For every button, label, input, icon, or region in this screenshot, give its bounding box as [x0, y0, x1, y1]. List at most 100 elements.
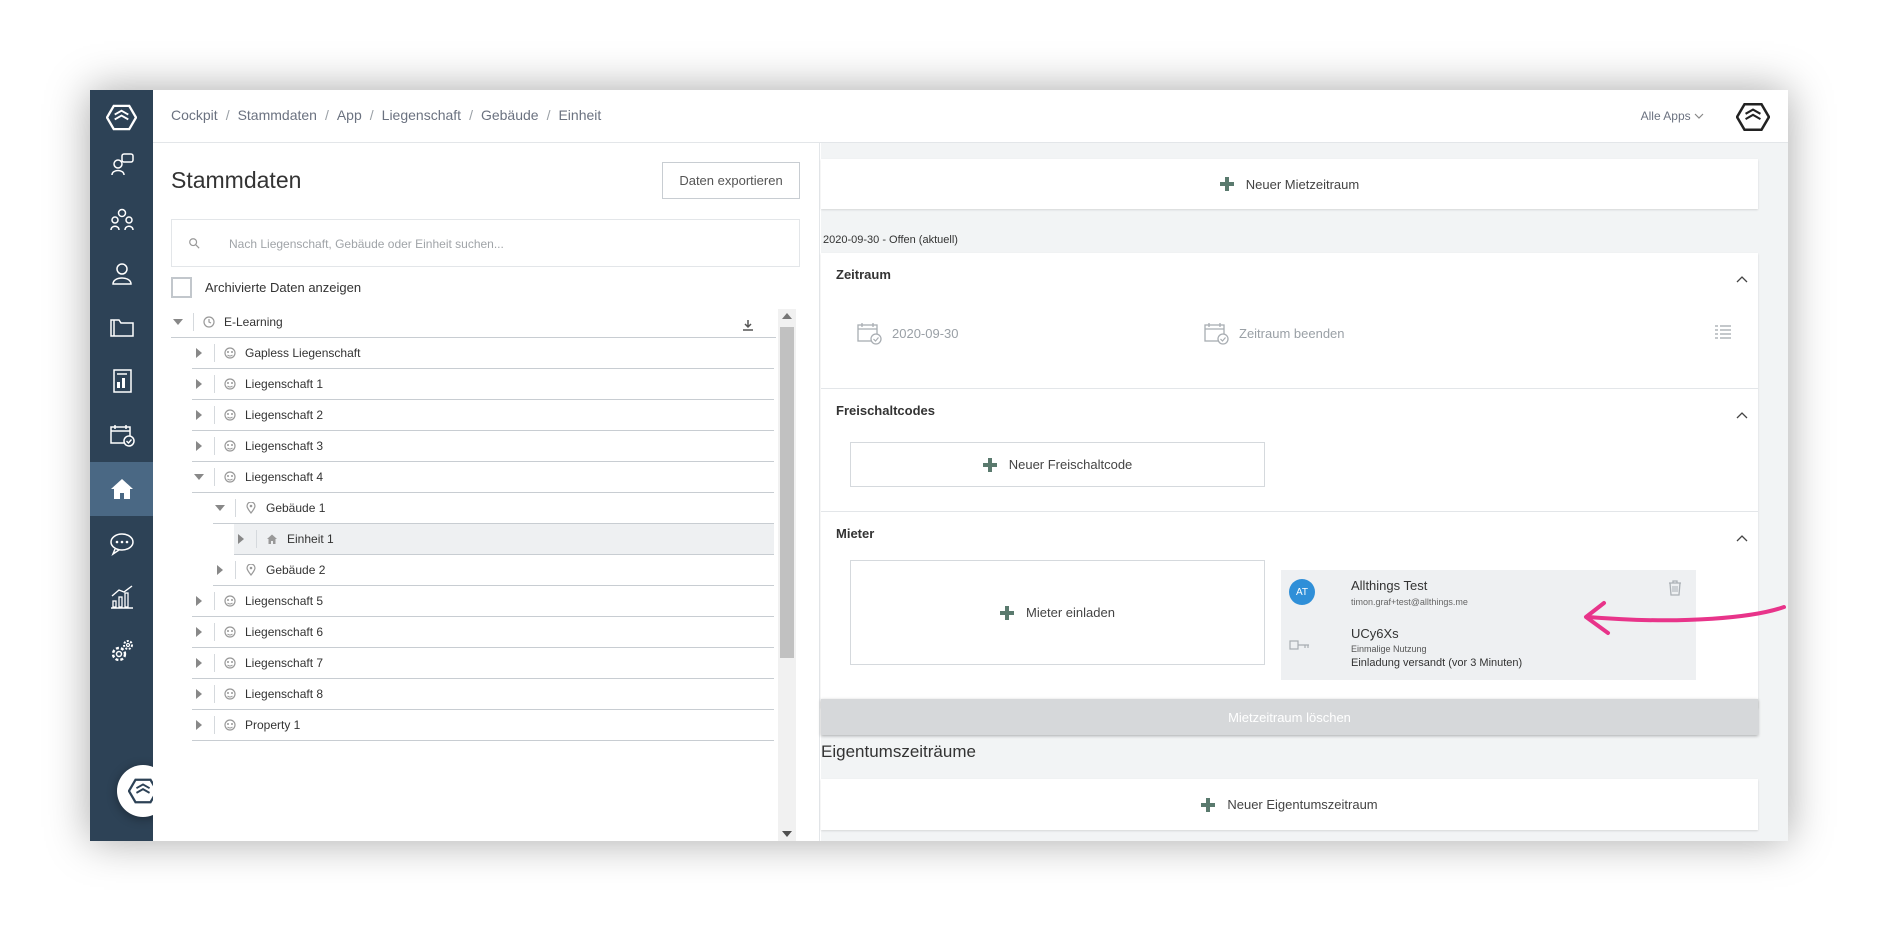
topbar: Cockpit / Stammdaten / App / Liegenschaft / … — [153, 90, 1788, 143]
brand-logo-icon[interactable] — [1735, 100, 1771, 134]
tree-row[interactable]: E-Learning — [171, 307, 776, 338]
tree-row[interactable]: Liegenschaft 7 — [192, 648, 774, 679]
tree-label: Property 1 — [245, 718, 301, 732]
property-icon — [223, 625, 237, 639]
invite-status: Einladung versandt (vor 3 Minuten) — [1351, 657, 1523, 669]
tree-divider — [256, 530, 257, 548]
expand-icon[interactable] — [192, 718, 206, 732]
plus-icon — [1201, 797, 1216, 812]
location-icon — [244, 501, 258, 515]
breadcrumb-stammdaten[interactable]: Stammdaten — [238, 107, 317, 123]
tree-row[interactable]: Liegenschaft 8 — [192, 679, 774, 710]
tree-divider — [193, 313, 194, 331]
chevron-up-icon[interactable] — [1736, 406, 1748, 419]
tree-label: Gapless Liegenschaft — [245, 346, 361, 360]
archived-toggle[interactable]: Archivierte Daten anzeigen — [171, 277, 361, 298]
start-date-field[interactable]: 2020-09-30 — [856, 320, 959, 346]
scroll-thumb[interactable] — [780, 327, 794, 658]
search-input[interactable] — [229, 232, 769, 256]
new-ownership-period-label: Neuer Eigentumszeitraum — [1227, 797, 1378, 812]
section-title-freischaltcodes: Freischaltcodes — [836, 403, 935, 418]
section-title-zeitraum: Zeitraum — [836, 267, 891, 282]
breadcrumb-gebaeude[interactable]: Gebäude — [481, 107, 539, 123]
tree-row[interactable]: Liegenschaft 3 — [192, 431, 774, 462]
tree-divider — [214, 406, 215, 424]
chevron-up-icon[interactable] — [1736, 529, 1748, 542]
tree-row[interactable]: Liegenschaft 1 — [192, 369, 774, 400]
community-icon[interactable] — [90, 192, 153, 246]
home-icon[interactable] — [90, 462, 153, 516]
app-icon — [202, 315, 216, 329]
new-rental-period-button[interactable]: Neuer Mietzeitraum — [821, 159, 1758, 209]
search-icon — [188, 236, 202, 250]
expand-icon[interactable] — [234, 532, 248, 546]
tree-label: Gebäude 2 — [266, 563, 326, 577]
tree-label: Liegenschaft 1 — [245, 377, 324, 391]
tree-row[interactable]: Einheit 1 — [234, 524, 774, 555]
new-ownership-period-button[interactable]: Neuer Eigentumszeitraum — [821, 779, 1758, 830]
trash-icon[interactable] — [1668, 580, 1682, 596]
help-chat-icon[interactable] — [90, 138, 153, 192]
expand-icon[interactable] — [192, 408, 206, 422]
new-activation-code-label: Neuer Freischaltcode — [1008, 457, 1133, 472]
section-title-mieter: Mieter — [836, 526, 875, 541]
tree-row[interactable]: Liegenschaft 4 — [192, 462, 774, 493]
expand-icon[interactable] — [192, 625, 206, 639]
breadcrumb-liegenschaft[interactable]: Liegenschaft — [382, 107, 461, 123]
expand-icon[interactable] — [192, 439, 206, 453]
location-icon — [244, 563, 258, 577]
analytics-icon[interactable] — [90, 570, 153, 624]
breadcrumb-app[interactable]: App — [337, 107, 362, 123]
breadcrumb-cockpit[interactable]: Cockpit — [171, 107, 218, 123]
property-icon — [223, 408, 237, 422]
settings-icon[interactable] — [90, 624, 153, 678]
invite-tenant-label: Mieter einladen — [1026, 605, 1115, 620]
new-activation-code-button[interactable]: Neuer Freischaltcode — [850, 442, 1265, 487]
expand-icon[interactable] — [192, 594, 206, 608]
breadcrumb-einheit[interactable]: Einheit — [558, 107, 601, 123]
report-icon[interactable] — [90, 354, 153, 408]
tree-label: Liegenschaft 4 — [245, 470, 324, 484]
tree-row[interactable]: Property 1 — [192, 710, 774, 741]
apps-dropdown[interactable]: Alle Apps — [1641, 109, 1704, 123]
end-period-button[interactable]: Zeitraum beenden — [1203, 320, 1345, 346]
tree-row[interactable]: Gebäude 2 — [213, 555, 774, 586]
collapse-icon[interactable] — [171, 315, 185, 329]
tree-row[interactable]: Liegenschaft 2 — [192, 400, 774, 431]
property-icon — [223, 687, 237, 701]
folder-icon[interactable] — [90, 300, 153, 354]
tree-row[interactable]: Gapless Liegenschaft — [192, 338, 774, 369]
tree-row[interactable]: Liegenschaft 6 — [192, 617, 774, 648]
archived-checkbox[interactable] — [171, 277, 192, 298]
delete-rental-period-button[interactable]: Mietzeitraum löschen — [821, 699, 1758, 735]
calendar-end-icon — [1204, 323, 1229, 345]
tree-divider — [214, 685, 215, 703]
expand-icon[interactable] — [213, 563, 227, 577]
expand-icon[interactable] — [192, 346, 206, 360]
collapse-icon[interactable] — [213, 501, 227, 515]
export-data-button[interactable]: Daten exportieren — [662, 162, 800, 199]
invite-tenant-button[interactable]: Mieter einladen — [850, 560, 1265, 665]
calendar-icon[interactable] — [90, 408, 153, 462]
archived-label: Archivierte Daten anzeigen — [205, 280, 362, 295]
collapse-icon[interactable] — [192, 470, 206, 484]
user-icon[interactable] — [90, 246, 153, 300]
sidebar: 1 — [90, 90, 175, 841]
code-usage: Einmalige Nutzung — [1351, 644, 1427, 654]
list-icon[interactable] — [1715, 325, 1731, 344]
download-icon[interactable] — [742, 319, 756, 333]
tree-scrollbar[interactable] — [778, 309, 796, 841]
key-code-icon — [1289, 637, 1311, 658]
messages-icon[interactable] — [90, 516, 153, 570]
expand-icon[interactable] — [192, 377, 206, 391]
scroll-up-icon[interactable] — [782, 313, 792, 319]
expand-icon[interactable] — [192, 687, 206, 701]
expand-icon[interactable] — [192, 656, 206, 670]
tree-row[interactable]: Liegenschaft 5 — [192, 586, 774, 617]
tree-divider — [214, 468, 215, 486]
chevron-up-icon[interactable] — [1736, 270, 1748, 283]
tree-row[interactable]: Gebäude 1 — [213, 493, 774, 524]
plus-icon — [982, 457, 997, 472]
logo-icon[interactable] — [105, 102, 138, 133]
scroll-down-icon[interactable] — [782, 831, 792, 837]
